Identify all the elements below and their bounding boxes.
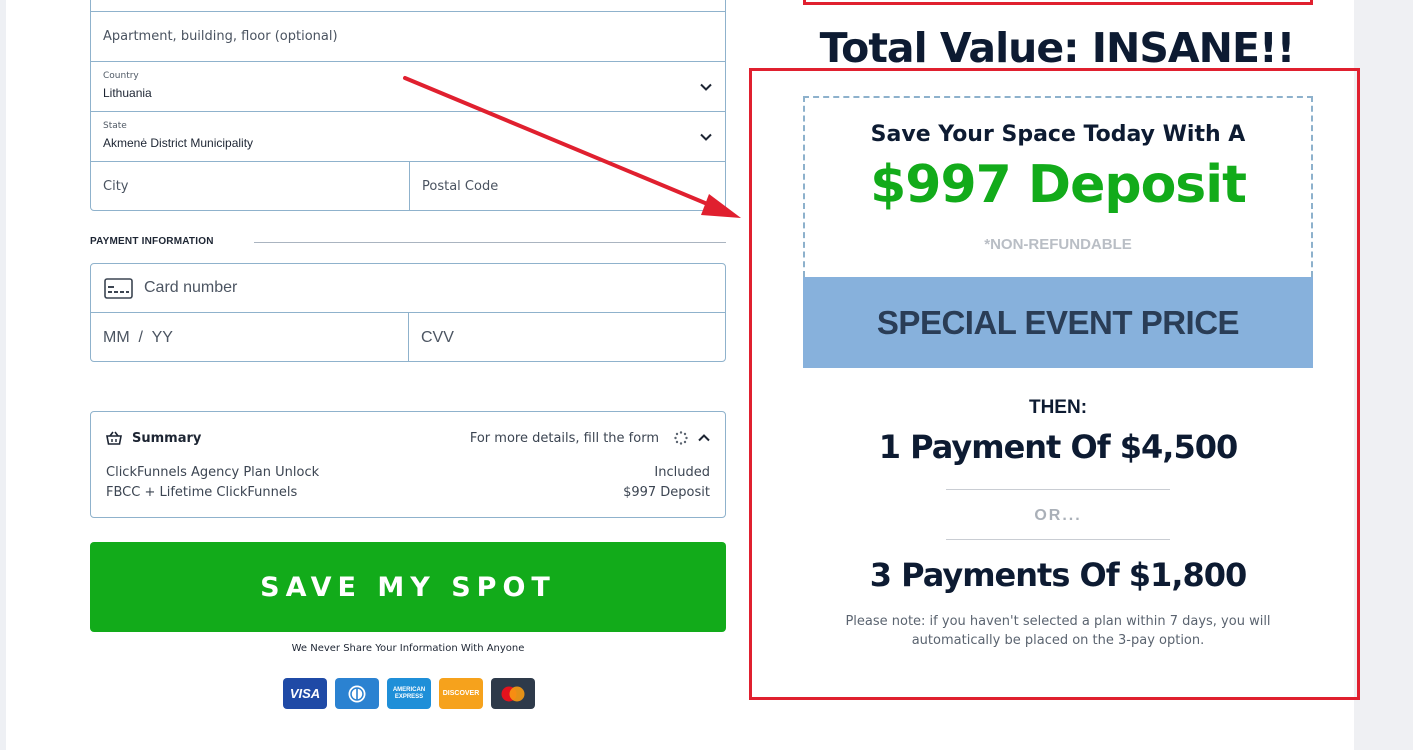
city-field[interactable]: City [91, 162, 409, 210]
single-payment-option: 1 Payment Of $4,500 [878, 428, 1238, 466]
summary-item-value: Included [654, 465, 710, 480]
card-number-placeholder: Card number [144, 279, 238, 296]
divider [946, 489, 1170, 490]
summary-hint: For more details, fill the form [469, 431, 659, 446]
state-value: Akmenė District Municipality [103, 136, 254, 150]
state-label: State [103, 121, 127, 131]
divider [946, 539, 1170, 540]
diners-club-icon [348, 685, 366, 702]
amex-logo: AMERICAN EXPRESS [387, 678, 431, 709]
save-my-spot-button[interactable]: SAVE MY SPOT [90, 542, 726, 632]
total-value-heading: Total Value: INSANE!! [819, 24, 1296, 72]
summary-title: Summary [132, 431, 202, 446]
city-placeholder: City [103, 179, 129, 194]
card-number-field[interactable]: Card number [91, 264, 725, 313]
page-gutter-left [0, 0, 6, 750]
country-label: Country [103, 71, 139, 81]
mastercard-logo [491, 678, 535, 709]
address-line-field[interactable] [91, 0, 725, 12]
page-gutter-right [1354, 0, 1413, 750]
privacy-note: We Never Share Your Information With Any… [291, 643, 525, 654]
cvv-field[interactable]: CVV [408, 313, 725, 361]
special-event-banner: SPECIAL EVENT PRICE [803, 277, 1313, 368]
cvv-placeholder: CVV [421, 329, 454, 346]
discover-logo: DISCOVER [439, 678, 483, 709]
section-divider [254, 242, 726, 243]
payment-section-title: PAYMENT INFORMATION [90, 236, 214, 247]
summary-item-label: ClickFunnels Agency Plan Unlock [106, 465, 320, 480]
country-value: Lithuania [103, 86, 152, 100]
card-fields: Card number MM / YY CVV [90, 263, 726, 362]
red-arrow-annotation [403, 76, 741, 218]
visa-logo: VISA [283, 678, 327, 709]
apartment-placeholder: Apartment, building, floor (optional) [103, 29, 338, 44]
summary-item-value: $997 Deposit [623, 485, 710, 500]
order-summary: Summary For more details, fill the form … [90, 411, 726, 518]
basket-icon [106, 431, 122, 445]
mastercard-icon [501, 686, 525, 701]
non-refundable-note: *NON-REFUNDABLE [984, 236, 1132, 253]
save-space-text: Save Your Space Today With A [870, 122, 1246, 147]
apartment-field[interactable]: Apartment, building, floor (optional) [91, 12, 725, 62]
deposit-price: $997 Deposit [870, 155, 1247, 215]
expiry-placeholder: MM / YY [103, 329, 173, 346]
amex-logo-text: AMERICAN EXPRESS [392, 686, 426, 700]
discover-logo-text: DISCOVER [442, 690, 480, 697]
credit-card-icon [104, 278, 133, 299]
three-payment-option: 3 Payments Of $1,800 [869, 556, 1248, 594]
or-separator: OR... [1034, 507, 1082, 524]
visa-logo-text: VISA [289, 686, 321, 701]
plan-note: Please note: if you haven't selected a p… [845, 614, 1271, 648]
card-brand-logos: VISA AMERICAN EXPRESS DISCOVER [283, 678, 535, 709]
loading-spinner-icon [674, 431, 688, 445]
summary-item-label: FBCC + Lifetime ClickFunnels [106, 485, 298, 500]
previous-box-border [803, 0, 1313, 5]
then-label: THEN: [1028, 397, 1088, 418]
expiry-cvv-row: MM / YY CVV [91, 313, 725, 361]
diners-logo [335, 678, 379, 709]
chevron-up-icon[interactable] [697, 431, 711, 445]
expiry-field[interactable]: MM / YY [91, 313, 408, 361]
